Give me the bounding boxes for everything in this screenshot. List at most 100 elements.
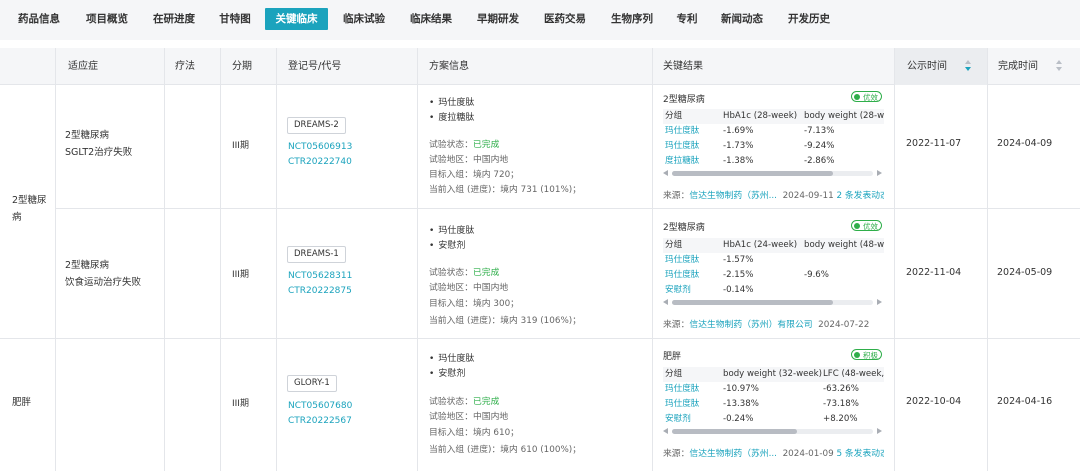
col-reg-no: 登记号/代号 [288, 61, 342, 72]
publish-date: 2022-10-04 [906, 396, 962, 407]
tab-bio-sequence[interactable]: 生物序列 [601, 8, 663, 30]
trial-status: 试验状态：已完成 [429, 397, 500, 407]
source-link[interactable]: 信达生物制药（苏州）有限公司 [689, 320, 812, 330]
target-enrollment: 目标入组：境内 720； [429, 170, 519, 180]
tab-pharma-deals[interactable]: 医药交易 [534, 8, 596, 30]
results-scrollbar[interactable] [663, 427, 882, 436]
col-plan: 方案信息 [429, 61, 469, 72]
trial-status: 试验状态：已完成 [429, 268, 500, 278]
phase: III期 [232, 141, 249, 151]
drug-item: 度拉糖肽 [429, 110, 474, 123]
sub-indication-line: SGLT2治疗失败 [65, 147, 133, 158]
scroll-right-icon [877, 428, 882, 434]
tab-patents[interactable]: 专利 [668, 8, 706, 30]
drug-item: 玛仕度肽 [429, 95, 474, 108]
target-enrollment: 目标入组：境内 300； [429, 299, 519, 309]
divider [55, 208, 1080, 209]
current-enrollment: 当前入组 (进度)：境内 610 (100%)； [429, 445, 582, 455]
result-tag: 优效 [851, 220, 882, 231]
reg-no-link[interactable]: NCT05607680 [288, 401, 352, 411]
drug-item: 安慰剂 [429, 366, 465, 379]
trial-code-badge: DREAMS-2 [287, 117, 346, 134]
divider [276, 48, 277, 471]
sub-indication: 2型糖尿病 饮食运动治疗失败 [65, 257, 141, 291]
source-link[interactable]: 信达生物制药（苏州... [689, 449, 777, 459]
tab-key-clinical[interactable]: 关键临床 [265, 8, 328, 30]
scroll-right-icon [877, 299, 882, 305]
sub-indication: 2型糖尿病 SGLT2治疗失败 [65, 127, 132, 161]
trial-code-badge: DREAMS-1 [287, 246, 346, 263]
result-tag: 积极 [851, 349, 882, 360]
trial-status: 试验状态：已完成 [429, 140, 500, 150]
result-source: 来源：信达生物制药（苏州... 2024-01-09 5 条发表动态 [663, 446, 884, 459]
sort-icon[interactable] [965, 60, 973, 74]
scroll-right-icon [877, 170, 882, 176]
sub-indication-line: 饮食运动治疗失败 [65, 277, 142, 288]
results-table: 分组 HbA1c (28-week) body weight (28-we 玛仕… [663, 109, 884, 169]
phase: III期 [232, 399, 249, 409]
reg-no-link[interactable]: CTR20222567 [288, 416, 352, 426]
tab-early-rd[interactable]: 早期研发 [467, 8, 529, 30]
finish-date: 2024-04-16 [997, 396, 1053, 407]
result-title: 2型糖尿病 [663, 95, 705, 105]
results-scrollbar[interactable] [663, 169, 882, 178]
group-indication: 肥胖 [12, 397, 32, 408]
results-table: 分组 body weight (32-week) LFC (48-week, 玛… [663, 367, 884, 427]
tab-drug-info[interactable]: 药品信息 [8, 8, 70, 30]
tab-news[interactable]: 新闻动态 [711, 8, 773, 30]
scroll-left-icon [663, 299, 668, 305]
trial-code-badge: GLORY-1 [287, 375, 337, 392]
phase: III期 [232, 270, 249, 280]
divider [55, 48, 56, 471]
table-header: 适应症 疗法 分期 登记号/代号 方案信息 关键结果 公示时间 完成时间 [0, 48, 1080, 85]
results-table-head: 分组 HbA1c (24-week) body weight (48-wee [663, 238, 884, 253]
trial-region: 试验地区：中国内地 [429, 283, 509, 293]
col-finish-date[interactable]: 完成时间 [987, 48, 1080, 85]
source-more-link[interactable]: 5 条发表动态 [836, 449, 884, 459]
result-source: 来源：信达生物制药（苏州）有限公司 2024-07-22 [663, 320, 870, 330]
divider [652, 48, 653, 471]
drug-item: 玛仕度肽 [429, 351, 474, 364]
tab-clinical-results[interactable]: 临床结果 [400, 8, 462, 30]
results-table-head: 分组 body weight (32-week) LFC (48-week, [663, 367, 884, 382]
reg-no-link[interactable]: CTR20222740 [288, 157, 352, 167]
divider [220, 48, 221, 471]
reg-no-link[interactable]: CTR20222875 [288, 286, 352, 296]
source-link[interactable]: 信达生物制药（苏州... [689, 191, 777, 201]
tab-project-overview[interactable]: 项目概览 [76, 8, 138, 30]
source-more-link[interactable]: 2 条发表动态 [836, 191, 884, 201]
target-enrollment: 目标入组：境内 610； [429, 428, 519, 438]
trial-region: 试验地区：中国内地 [429, 412, 509, 422]
tab-bar: 药品信息 项目概览 在研进度 甘特图 关键临床 临床试验 临床结果 早期研发 医… [0, 0, 1080, 40]
col-phase: 分期 [232, 61, 252, 72]
sort-icon[interactable] [1056, 60, 1064, 74]
current-enrollment: 当前入组 (进度)：境内 731 (101%)； [429, 185, 582, 195]
current-enrollment: 当前入组 (进度)：境内 319 (106%)； [429, 316, 582, 326]
result-tag: 优效 [851, 91, 882, 102]
tab-dev-history[interactable]: 开发历史 [778, 8, 840, 30]
result-title: 肥胖 [663, 352, 682, 362]
drug-item: 玛仕度肽 [429, 223, 474, 236]
group-indication: 2型糖尿病 [12, 195, 47, 223]
sub-indication-line: 2型糖尿病 [65, 260, 110, 271]
scroll-left-icon [663, 428, 668, 434]
results-scrollbar[interactable] [663, 298, 882, 307]
reg-no-link[interactable]: NCT05628311 [288, 271, 352, 281]
tab-gantt[interactable]: 甘特图 [210, 8, 260, 30]
col-publish-date[interactable]: 公示时间 [895, 48, 987, 85]
drug-item: 安慰剂 [429, 238, 465, 251]
divider [417, 48, 418, 471]
result-title: 2型糖尿病 [663, 223, 705, 233]
results-table-head: 分组 HbA1c (28-week) body weight (28-we [663, 109, 884, 124]
publish-date: 2022-11-04 [906, 267, 962, 278]
scroll-left-icon [663, 170, 668, 176]
col-indication: 适应症 [68, 61, 98, 72]
reg-no-link[interactable]: NCT05606913 [288, 142, 352, 152]
divider [987, 48, 988, 471]
col-results: 关键结果 [663, 61, 703, 72]
tab-research-progress[interactable]: 在研进度 [143, 8, 205, 30]
col-publish-date-label: 公示时间 [907, 61, 947, 72]
tab-clinical-trials[interactable]: 临床试验 [333, 8, 395, 30]
result-source: 来源：信达生物制药（苏州... 2024-09-11 2 条发表动态 [663, 188, 884, 201]
finish-date: 2024-04-09 [997, 138, 1053, 149]
